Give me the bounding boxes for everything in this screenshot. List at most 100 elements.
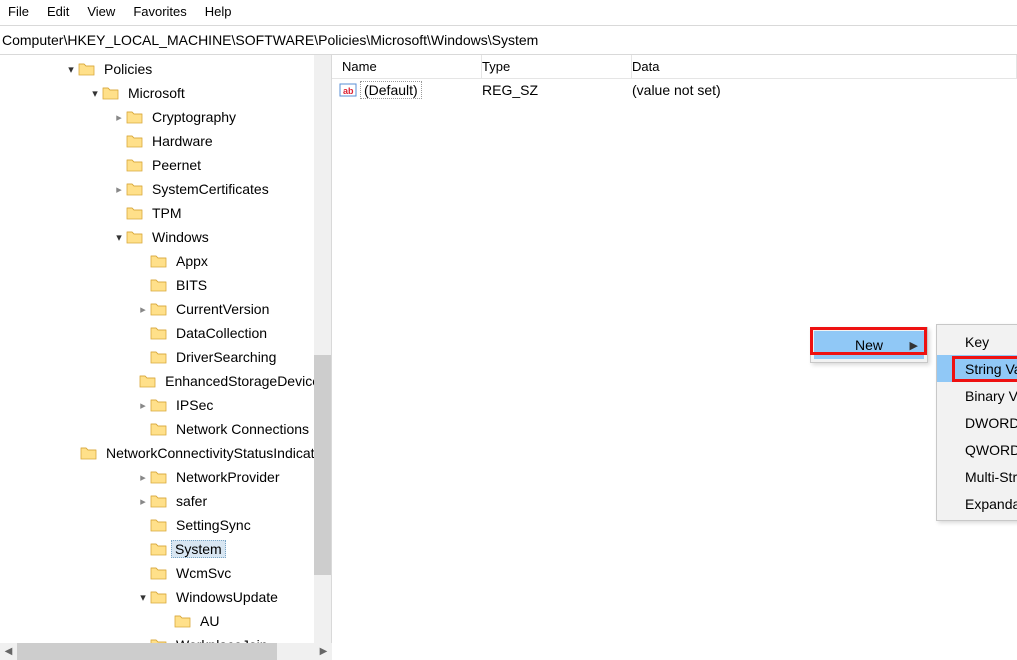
column-header-type[interactable]: Type (482, 55, 632, 78)
tree-item-safer[interactable]: safer (0, 489, 331, 513)
tree-item-label: SystemCertificates (148, 181, 273, 197)
tree-twisty-icon[interactable] (112, 231, 126, 244)
horizontal-scrollbar-track[interactable] (17, 643, 315, 660)
tree-item-label: Policies (100, 61, 156, 77)
tree-item-label: Windows (148, 229, 213, 245)
tree-item-label: CurrentVersion (172, 301, 273, 317)
tree-item-label: EnhancedStorageDevices (161, 373, 331, 389)
vertical-scrollbar[interactable] (314, 55, 331, 646)
tree-item-ipsec[interactable]: IPSec (0, 393, 331, 417)
menu-edit[interactable]: Edit (47, 4, 69, 19)
submenu-item-key[interactable]: Key (937, 328, 1017, 355)
tree-item-label: System (171, 540, 226, 558)
tree-twisty-icon[interactable] (136, 495, 150, 508)
tree-item-driversearching[interactable]: DriverSearching (0, 345, 331, 369)
tree-item-bits[interactable]: BITS (0, 273, 331, 297)
folder-icon (150, 277, 168, 293)
tree-twisty-icon[interactable] (136, 399, 150, 412)
tree-item-hardware[interactable]: Hardware (0, 129, 331, 153)
folder-icon (78, 61, 96, 77)
horizontal-scrollbar[interactable]: ◀ ▶ (0, 643, 332, 660)
folder-icon (150, 517, 168, 533)
tree-item-label: TPM (148, 205, 186, 221)
horizontal-scrollbar-thumb[interactable] (17, 643, 277, 660)
submenu-item-qword-64-bit-value[interactable]: QWORD (64-bit) Value (937, 436, 1017, 463)
tree-item-windowsupdate[interactable]: WindowsUpdate (0, 585, 331, 609)
submenu-item-binary-value[interactable]: Binary Value (937, 382, 1017, 409)
vertical-scrollbar-thumb[interactable] (314, 355, 331, 575)
folder-icon (150, 469, 168, 485)
tree-item-datacollection[interactable]: DataCollection (0, 321, 331, 345)
value-name: (Default) (360, 81, 422, 99)
value-row[interactable]: ab(Default)REG_SZ(value not set) (332, 79, 1017, 101)
tree-item-wcmsvc[interactable]: WcmSvc (0, 561, 331, 585)
context-menu[interactable]: New ▶ (810, 327, 928, 363)
tree-item-network-connections[interactable]: Network Connections (0, 417, 331, 441)
tree-pane: Policies Microsoft Cryptography HardwarePee… (0, 55, 332, 646)
folder-icon (150, 349, 168, 365)
tree-item-label: Appx (172, 253, 212, 269)
submenu-item-dword-32-bit-value[interactable]: DWORD (32-bit) Value (937, 409, 1017, 436)
tree-item-networkconnectivitystatusindicator[interactable]: NetworkConnectivityStatusIndicator (0, 441, 331, 465)
scroll-left-button[interactable]: ◀ (0, 643, 17, 660)
menu-favorites[interactable]: Favorites (133, 4, 186, 19)
tree-item-label: safer (172, 493, 211, 509)
menu-view[interactable]: View (87, 4, 115, 19)
tree-item-settingsync[interactable]: SettingSync (0, 513, 331, 537)
folder-icon (150, 589, 168, 605)
menu-item-new-label: New (855, 337, 883, 353)
tree-twisty-icon[interactable] (64, 63, 78, 76)
submenu-item-multi-string-value[interactable]: Multi-String Value (937, 463, 1017, 490)
menu-item-new[interactable]: New ▶ (814, 331, 924, 359)
tree-item-label: AU (196, 613, 223, 629)
column-header-name[interactable]: Name (332, 55, 482, 78)
tree-item-policies[interactable]: Policies (0, 57, 331, 81)
tree-item-currentversion[interactable]: CurrentVersion (0, 297, 331, 321)
registry-tree[interactable]: Policies Microsoft Cryptography HardwarePee… (0, 55, 331, 646)
tree-item-label: BITS (172, 277, 211, 293)
tree-item-label: DataCollection (172, 325, 271, 341)
tree-twisty-icon[interactable] (136, 303, 150, 316)
tree-twisty-icon[interactable] (136, 591, 150, 604)
tree-twisty-icon[interactable] (112, 183, 126, 196)
column-header-data[interactable]: Data (632, 55, 1017, 78)
tree-twisty-icon[interactable] (136, 471, 150, 484)
menu-bar: File Edit View Favorites Help (0, 0, 1017, 23)
tree-item-label: Cryptography (148, 109, 240, 125)
submenu-item-string-value[interactable]: String Value (937, 355, 1017, 382)
folder-icon (139, 373, 157, 389)
tree-item-system[interactable]: System (0, 537, 331, 561)
scroll-right-button[interactable]: ▶ (315, 643, 332, 660)
menu-file[interactable]: File (8, 4, 29, 19)
tree-item-cryptography[interactable]: Cryptography (0, 105, 331, 129)
tree-item-systemcertificates[interactable]: SystemCertificates (0, 177, 331, 201)
tree-item-label: WindowsUpdate (172, 589, 282, 605)
menu-help[interactable]: Help (205, 4, 232, 19)
tree-item-au[interactable]: AU (0, 609, 331, 633)
tree-item-peernet[interactable]: Peernet (0, 153, 331, 177)
folder-icon (126, 181, 144, 197)
new-submenu[interactable]: KeyString ValueBinary ValueDWORD (32-bit… (936, 324, 1017, 521)
address-text: Computer\HKEY_LOCAL_MACHINE\SOFTWARE\Pol… (2, 32, 538, 48)
address-bar[interactable]: Computer\HKEY_LOCAL_MACHINE\SOFTWARE\Pol… (0, 26, 1017, 55)
tree-item-label: NetworkConnectivityStatusIndicator (102, 445, 331, 461)
tree-twisty-icon[interactable] (88, 87, 102, 100)
tree-twisty-icon[interactable] (112, 111, 126, 124)
tree-item-appx[interactable]: Appx (0, 249, 331, 273)
folder-icon (150, 421, 168, 437)
submenu-item-expandable-string-value[interactable]: Expandable String Value (937, 490, 1017, 517)
tree-item-label: Network Connections (172, 421, 313, 437)
tree-item-tpm[interactable]: TPM (0, 201, 331, 225)
folder-icon (126, 205, 144, 221)
tree-item-label: Microsoft (124, 85, 189, 101)
tree-item-enhancedstoragedevices[interactable]: EnhancedStorageDevices (0, 369, 331, 393)
tree-item-microsoft[interactable]: Microsoft (0, 81, 331, 105)
folder-icon (126, 229, 144, 245)
tree-item-networkprovider[interactable]: NetworkProvider (0, 465, 331, 489)
folder-icon (150, 397, 168, 413)
folder-icon (150, 565, 168, 581)
tree-item-label: IPSec (172, 397, 217, 413)
tree-item-windows[interactable]: Windows (0, 225, 331, 249)
submenu-arrow-icon: ▶ (910, 339, 918, 352)
list-header: Name Type Data (332, 55, 1017, 79)
